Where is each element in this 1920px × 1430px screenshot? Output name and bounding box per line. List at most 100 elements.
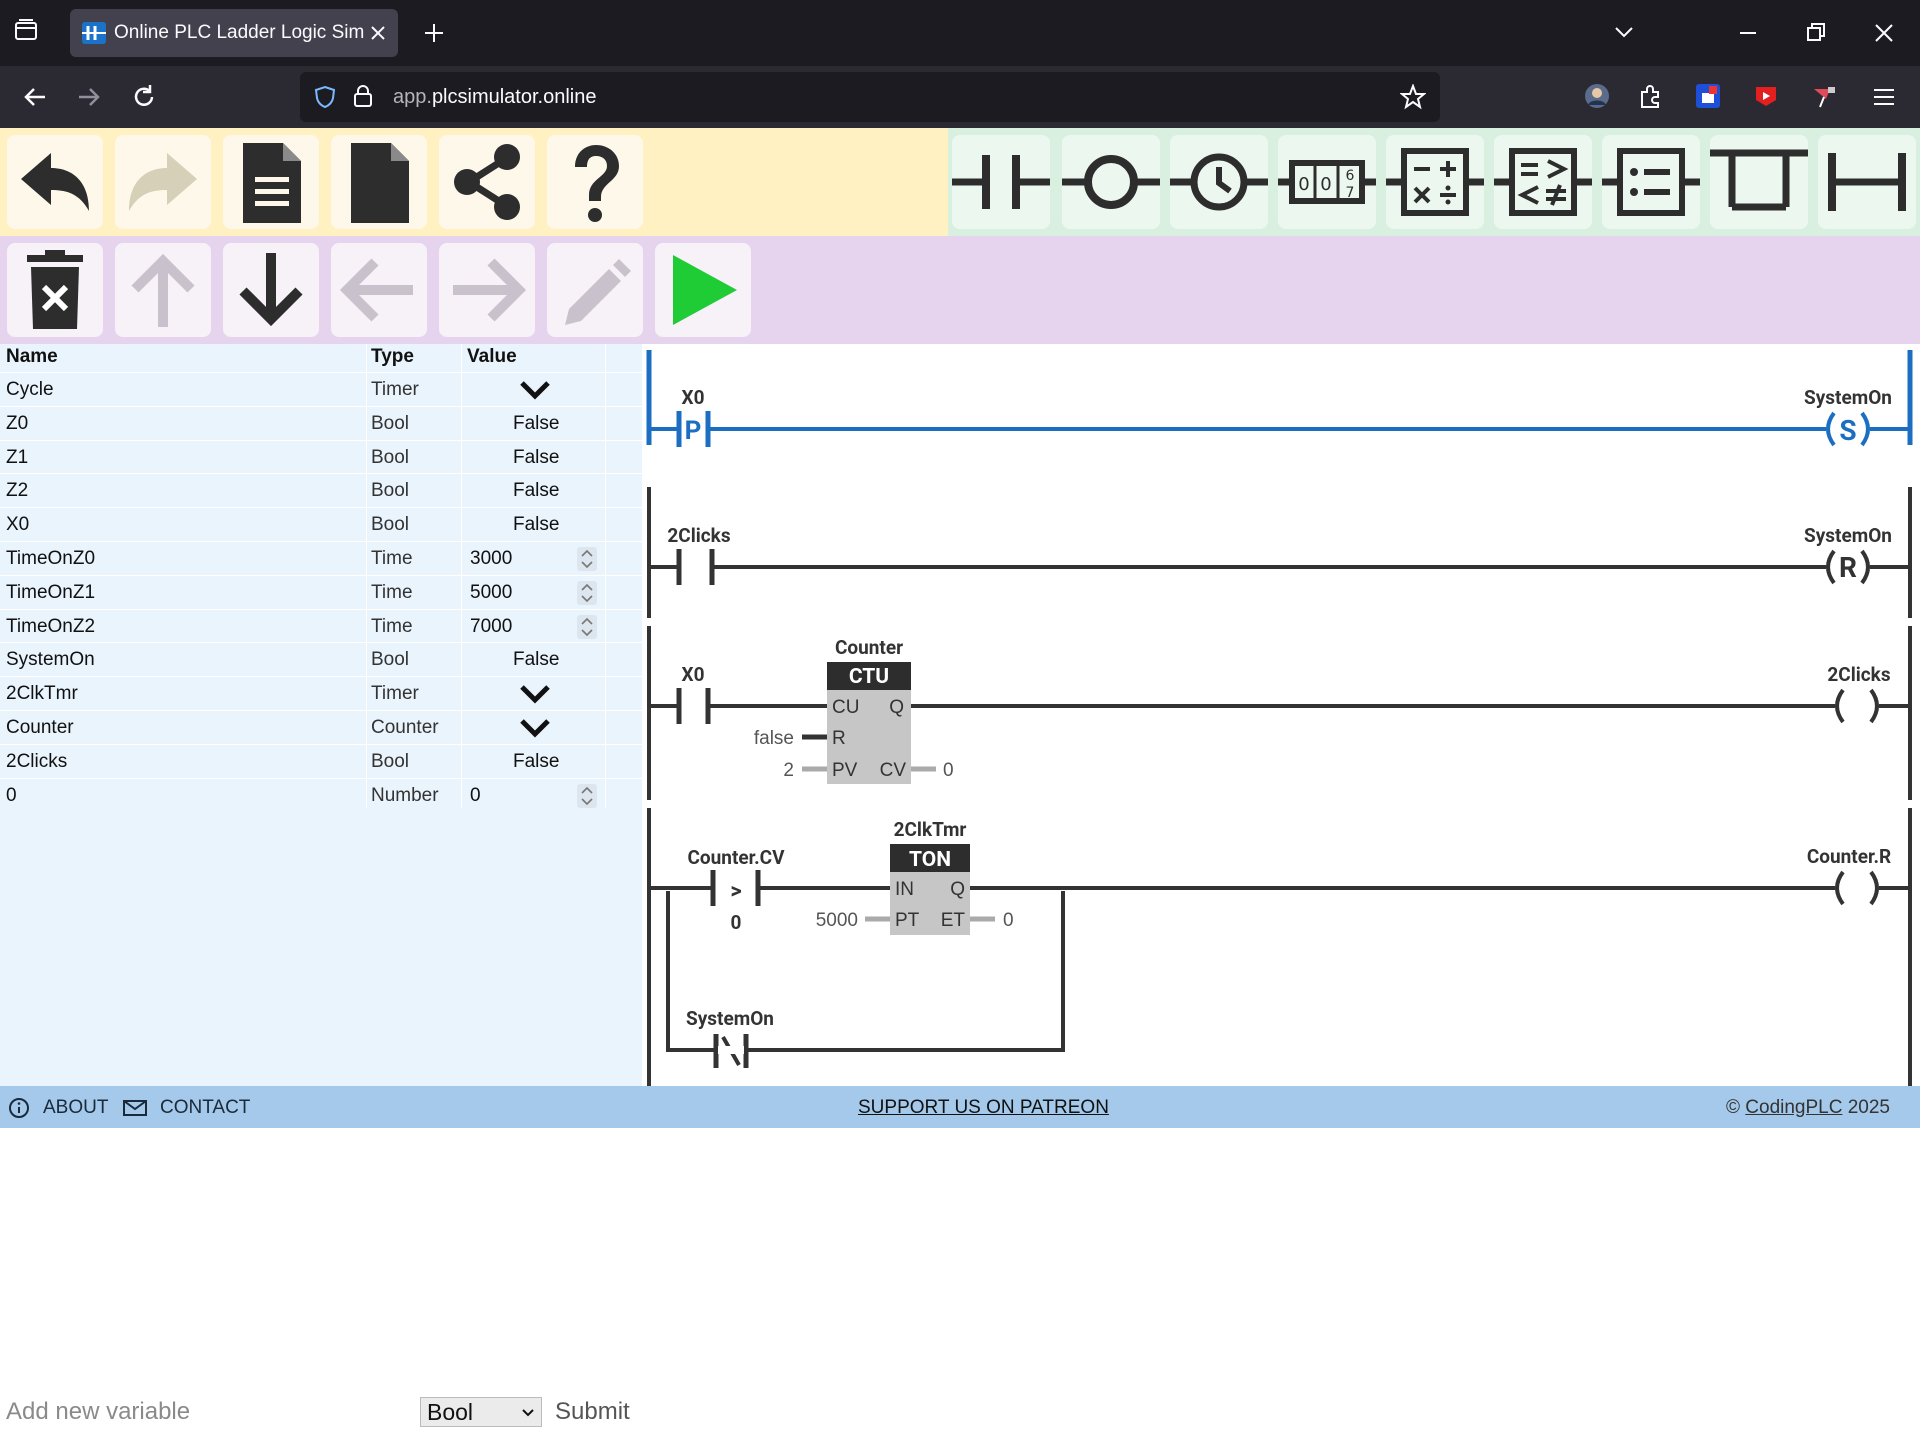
ton-et-value: 0 [1003, 910, 1014, 931]
value-column-header: Value [467, 346, 517, 367]
patreon-link[interactable]: SUPPORT US ON PATREON [858, 1097, 1109, 1119]
rung-4[interactable]: > Counter.CV 0 TON 2ClkTmr IN Q PT ET 50… [647, 808, 1912, 1086]
variable-name: Z0 [6, 412, 29, 434]
open-document-button[interactable] [223, 135, 319, 229]
variable-bool-toggle[interactable]: False [513, 447, 559, 469]
add-compare-button[interactable] [1494, 135, 1592, 229]
add-branch-button[interactable] [1710, 135, 1808, 229]
lock-icon[interactable] [352, 84, 374, 108]
list-tabs-chevron-icon[interactable] [1612, 22, 1636, 42]
rung2-coil-mark: R [1839, 551, 1857, 584]
extensions-icon[interactable] [1637, 83, 1663, 109]
close-tab-icon[interactable] [366, 21, 390, 45]
ctu-pin-q: Q [889, 697, 904, 718]
address-bar[interactable]: app.plcsimulator.online [300, 72, 1440, 122]
spinner-arrows-icon[interactable] [576, 783, 598, 809]
delete-button[interactable] [7, 243, 103, 337]
expand-chevron-icon[interactable] [518, 683, 552, 705]
undo-button[interactable] [7, 135, 103, 229]
expand-chevron-icon[interactable] [518, 717, 552, 739]
variable-row[interactable]: TimeOnZ0 Time 3000 [0, 541, 642, 575]
contact-link[interactable]: CONTACT [160, 1097, 250, 1119]
new-document-button[interactable] [331, 135, 427, 229]
variable-row[interactable]: 2Clicks Bool False [0, 743, 642, 778]
rung-2[interactable]: R 2Clicks SystemOn [647, 487, 1912, 618]
forward-icon[interactable] [76, 84, 102, 110]
move-left-button[interactable] [331, 243, 427, 337]
variable-row[interactable]: Z2 Bool False [0, 473, 642, 507]
menu-hamburger-icon[interactable] [1871, 85, 1897, 109]
add-timer-button[interactable] [1170, 135, 1268, 229]
variable-type: Bool [371, 750, 410, 772]
about-link[interactable]: ABOUT [43, 1097, 108, 1119]
variable-bool-toggle[interactable]: False [513, 751, 559, 773]
new-variable-input[interactable]: Add new variable [6, 1398, 190, 1426]
bookmark-star-icon[interactable] [1400, 84, 1426, 110]
contact-icon [952, 155, 1050, 209]
variable-number-input[interactable]: 7000 [470, 616, 512, 638]
add-math-button[interactable] [1386, 135, 1484, 229]
type-column-header: Type [371, 346, 414, 367]
share-button[interactable] [439, 135, 535, 229]
add-coil-button[interactable] [1062, 135, 1160, 229]
spinner-arrows-icon[interactable] [576, 546, 598, 572]
ctu-pv-value: 2 [783, 760, 794, 781]
variable-number-input[interactable]: 5000 [470, 582, 512, 604]
rung-1[interactable]: P S X0 SystemOn [646, 350, 1913, 447]
rung-3[interactable]: X0 CTU Counter CU Q R PV CV false 2 0 2C… [647, 626, 1912, 800]
rung3-contact-label: X0 [682, 663, 705, 686]
close-window-icon[interactable] [1872, 21, 1896, 45]
add-contact-button[interactable] [952, 135, 1050, 229]
add-wire-button[interactable] [1818, 135, 1916, 229]
delete-icon [27, 250, 83, 329]
variable-bool-toggle[interactable]: False [513, 480, 559, 502]
codingplc-link[interactable]: CodingPLC [1745, 1097, 1842, 1118]
spinner-arrows-icon[interactable] [576, 614, 598, 640]
reload-icon[interactable] [130, 83, 158, 111]
browser-tab[interactable]: Online PLC Ladder Logic Simula [70, 9, 398, 57]
variable-row[interactable]: 0 Number 0 [0, 777, 642, 812]
variable-row[interactable]: Z0 Bool False [0, 405, 642, 440]
pin-extension-icon[interactable] [1810, 83, 1838, 111]
variable-row[interactable]: Cycle Timer [0, 372, 642, 406]
minimize-icon[interactable] [1736, 22, 1760, 42]
tab-overview-icon[interactable] [14, 18, 38, 42]
variable-row[interactable]: TimeOnZ2 Time 7000 [0, 608, 642, 643]
add-list-button[interactable] [1602, 135, 1700, 229]
variable-row[interactable]: Z1 Bool False [0, 439, 642, 474]
variable-row[interactable]: SystemOn Bool False [0, 642, 642, 676]
new-tab-icon[interactable] [422, 21, 446, 45]
rung3-coil-label: 2Clicks [1827, 663, 1890, 686]
footer: ABOUT CONTACT SUPPORT US ON PATREON © Co… [0, 1086, 1920, 1128]
variable-row[interactable]: Counter Counter [0, 710, 642, 744]
move-down-button[interactable] [223, 243, 319, 337]
account-avatar-icon[interactable] [1583, 82, 1611, 110]
add-counter-button[interactable]: 0067 [1278, 135, 1376, 229]
variable-bool-toggle[interactable]: False [513, 649, 559, 671]
variable-type-select[interactable]: Bool [420, 1397, 542, 1427]
run-simulation-button[interactable] [655, 243, 751, 337]
move-right-button[interactable] [439, 243, 535, 337]
variable-bool-toggle[interactable]: False [513, 514, 559, 536]
variable-row[interactable]: X0 Bool False [0, 507, 642, 541]
spinner-arrows-icon[interactable] [576, 580, 598, 606]
ctu-pin-cu: CU [832, 697, 859, 718]
expand-chevron-icon[interactable] [518, 379, 552, 401]
back-icon[interactable] [22, 84, 48, 110]
submit-button[interactable]: Submit [555, 1398, 630, 1426]
youtube-extension-icon[interactable] [1752, 84, 1780, 108]
ladder-diagram: P S X0 SystemOn R 2Clicks SystemOn X0 CT… [642, 344, 1920, 1086]
variable-bool-toggle[interactable]: False [513, 413, 559, 435]
edit-button[interactable] [547, 243, 643, 337]
move-up-button[interactable] [115, 243, 211, 337]
variable-row[interactable]: TimeOnZ1 Time 5000 [0, 574, 642, 609]
variable-number-input[interactable]: 0 [470, 785, 481, 807]
variable-row[interactable]: 2ClkTmr Timer [0, 676, 642, 710]
tracking-shield-icon[interactable] [314, 85, 336, 109]
wire-icon [1828, 153, 1906, 211]
variable-number-input[interactable]: 3000 [470, 548, 512, 570]
restore-window-icon[interactable] [1804, 21, 1828, 45]
privacy-extension-icon[interactable] [1694, 82, 1722, 110]
redo-button[interactable] [115, 135, 211, 229]
help-button[interactable] [547, 135, 643, 229]
